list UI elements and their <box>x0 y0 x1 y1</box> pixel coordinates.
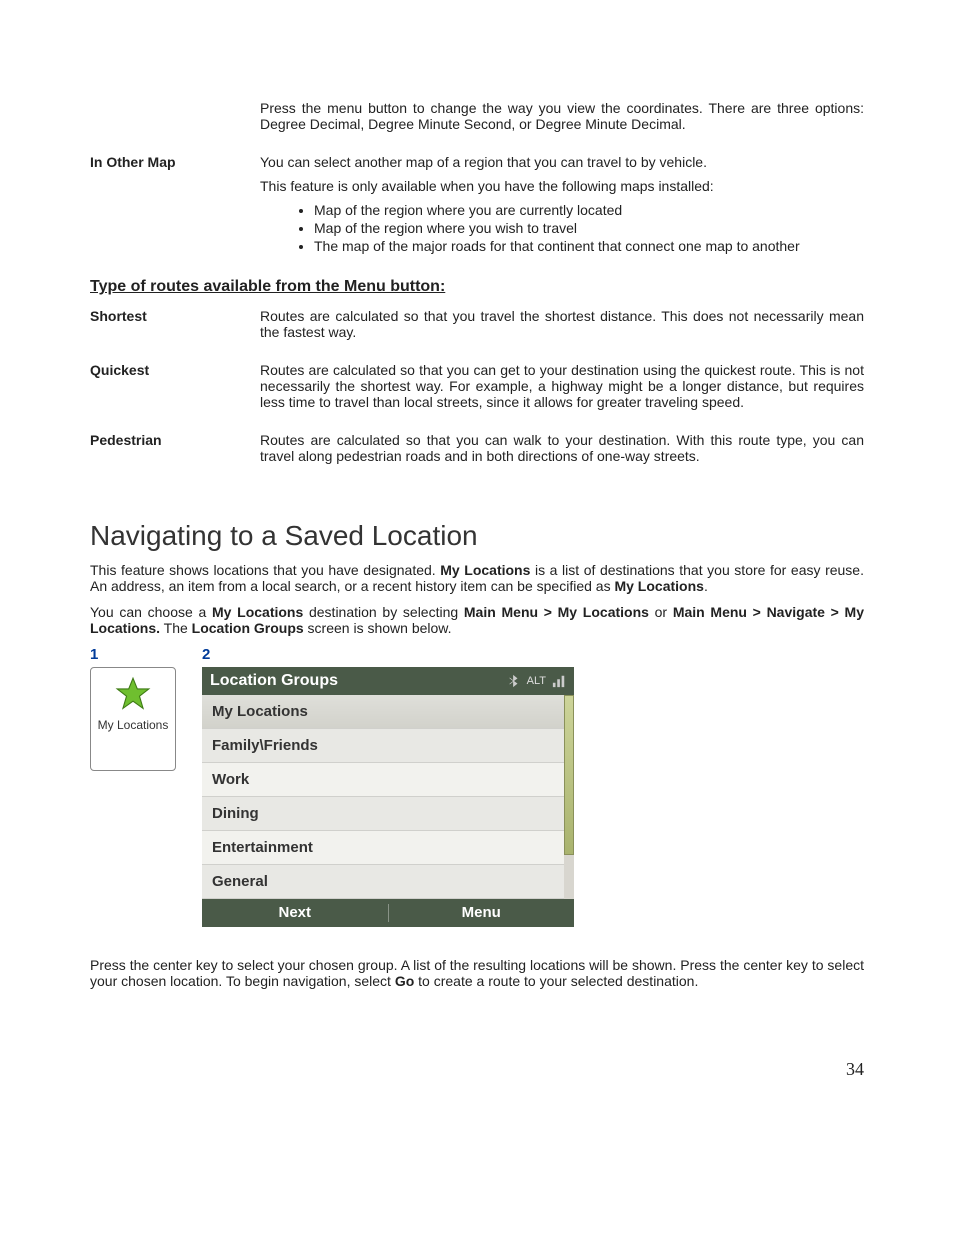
alt-indicator: ALT <box>527 675 546 687</box>
list-item[interactable]: General <box>202 865 564 899</box>
shortest-text: Routes are calculated so that you travel… <box>260 308 864 340</box>
nav-p2-b1: My Locations <box>212 604 303 620</box>
closing-bold: Go <box>395 973 414 989</box>
closing-post: to create a route to your selected desti… <box>414 973 698 989</box>
device-title: Location Groups <box>210 672 338 690</box>
shortest-desc: Routes are calculated so that you travel… <box>260 308 864 348</box>
coords-text: Press the menu button to change the way … <box>260 100 864 132</box>
device-list-wrap: My Locations Family\Friends Work Dining … <box>202 695 574 899</box>
my-locations-icon-card[interactable]: My Locations <box>90 667 176 771</box>
in-other-map-p2: This feature is only available when you … <box>260 178 864 194</box>
closing-paragraph: Press the center key to select your chos… <box>90 957 864 989</box>
nav-p1-post: . <box>704 578 708 594</box>
nav-p2-end: screen is shown below. <box>304 620 452 636</box>
list-item[interactable]: Entertainment <box>202 831 564 865</box>
signal-icon <box>552 674 566 688</box>
nav-p2-m1: destination by selecting <box>303 604 464 620</box>
quickest-text: Routes are calculated so that you can ge… <box>260 362 864 410</box>
device-status-icons: ALT <box>507 674 566 688</box>
figure-2: 2 Location Groups ALT My Locations Famil… <box>202 646 574 927</box>
in-other-map-desc: You can select another map of a region t… <box>260 154 864 264</box>
in-other-map-p1: You can select another map of a region t… <box>260 154 864 170</box>
routes-section-title: Type of routes available from the Menu b… <box>90 278 864 296</box>
figure-1-number: 1 <box>90 646 176 663</box>
device-screenshot: Location Groups ALT My Locations Family\… <box>202 667 574 927</box>
page-number: 34 <box>90 1059 864 1080</box>
coords-desc: Press the menu button to change the way … <box>260 100 864 140</box>
nav-paragraph-1: This feature shows locations that you ha… <box>90 562 864 594</box>
empty-term <box>90 100 260 140</box>
device-list: My Locations Family\Friends Work Dining … <box>202 695 564 899</box>
figure-2-number: 2 <box>202 646 574 663</box>
nav-paragraph-2: You can choose a My Locations destinatio… <box>90 604 864 636</box>
in-other-map-term: In Other Map <box>90 154 260 264</box>
bullet-2: Map of the region where you wish to trav… <box>314 220 864 236</box>
in-other-map-row: In Other Map You can select another map … <box>90 154 864 264</box>
shortest-row: Shortest Routes are calculated so that y… <box>90 308 864 348</box>
list-item[interactable]: Dining <box>202 797 564 831</box>
coords-row: Press the menu button to change the way … <box>90 100 864 140</box>
shortest-term: Shortest <box>90 308 260 348</box>
quickest-desc: Routes are calculated so that you can ge… <box>260 362 864 418</box>
figure-1: 1 My Locations <box>90 646 176 771</box>
star-icon <box>115 676 151 712</box>
in-other-map-bullets: Map of the region where you are currentl… <box>260 202 864 254</box>
pedestrian-term: Pedestrian <box>90 432 260 472</box>
quickest-term: Quickest <box>90 362 260 418</box>
nav-p2-m3: The <box>160 620 192 636</box>
device-footer: Next Menu <box>202 899 574 927</box>
nav-p2-b2: Main Menu > My Locations <box>464 604 649 620</box>
nav-p1-b2: My Locations <box>614 578 703 594</box>
figure-row: 1 My Locations 2 Location Groups ALT <box>90 646 864 927</box>
list-item[interactable]: My Locations <box>202 695 564 729</box>
pedestrian-desc: Routes are calculated so that you can wa… <box>260 432 864 472</box>
device-scrollbar[interactable] <box>564 695 574 899</box>
pedestrian-row: Pedestrian Routes are calculated so that… <box>90 432 864 472</box>
list-item[interactable]: Work <box>202 763 564 797</box>
navigating-heading: Navigating to a Saved Location <box>90 520 864 552</box>
nav-p2-pre: You can choose a <box>90 604 212 620</box>
nav-p1-b1: My Locations <box>440 562 530 578</box>
bullet-1: Map of the region where you are currentl… <box>314 202 864 218</box>
device-header: Location Groups ALT <box>202 667 574 695</box>
quickest-row: Quickest Routes are calculated so that y… <box>90 362 864 418</box>
next-button[interactable]: Next <box>202 899 388 927</box>
nav-p2-m2: or <box>649 604 673 620</box>
nav-p1-pre: This feature shows locations that you ha… <box>90 562 440 578</box>
pedestrian-text: Routes are calculated so that you can wa… <box>260 432 864 464</box>
menu-button[interactable]: Menu <box>389 899 575 927</box>
bullet-3: The map of the major roads for that cont… <box>314 238 864 254</box>
my-locations-icon-label: My Locations <box>98 718 169 732</box>
bluetooth-icon <box>507 674 521 688</box>
scrollbar-thumb[interactable] <box>564 695 574 855</box>
list-item[interactable]: Family\Friends <box>202 729 564 763</box>
nav-p2-b4: Location Groups <box>192 620 304 636</box>
